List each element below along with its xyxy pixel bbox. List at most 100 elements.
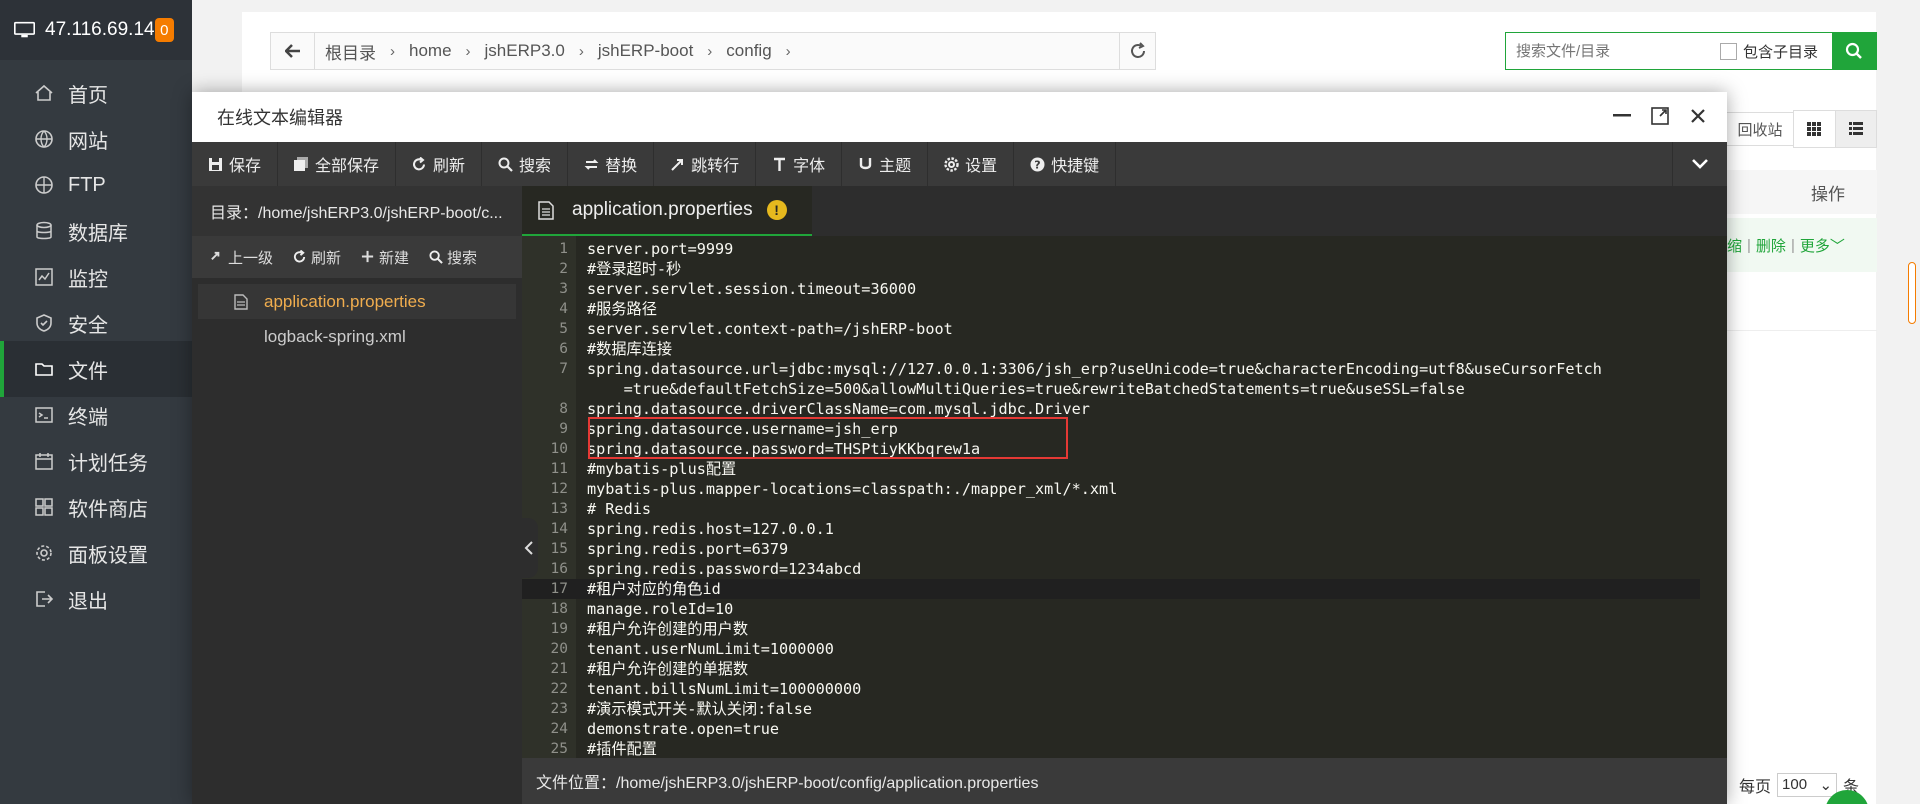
refresh-icon <box>1130 42 1145 58</box>
dir-tool-label: 新建 <box>379 249 410 267</box>
toolbar-collapse-button[interactable] <box>1672 142 1727 186</box>
toolbar-button-search[interactable]: 搜索 <box>482 142 569 186</box>
search-input[interactable] <box>1506 34 1716 68</box>
crumb-jsherp[interactable]: jshERP3.0 <box>485 41 565 61</box>
line-text: spring.redis.host=127.0.0.1 <box>587 520 834 538</box>
file-search: 包含子目录 <box>1505 32 1877 70</box>
code-line: 24 demonstrate.open=true <box>522 719 1700 739</box>
sidebar-item-label: 退出 <box>68 590 108 613</box>
code-line: 17 #租户对应的角色id <box>522 579 1700 599</box>
toolbar-button-label: 保存 <box>229 158 262 175</box>
grid-view-button[interactable] <box>1794 111 1835 147</box>
breadcrumb: 根目录 › home › jshERP3.0 › jshERP-boot › confi… <box>315 39 1119 64</box>
code-line: 22 tenant.billsNumLimit=100000000 <box>522 679 1700 699</box>
sidebar: 47.116.69.14 0 首页 网站 FTP 数据库 监控 安全 文件 终端 计划任务 软件商… <box>0 0 192 804</box>
compress-link[interactable]: 缩 <box>1727 235 1742 256</box>
include-subdir-checkbox[interactable] <box>1720 42 1737 60</box>
crumb-jsherp-boot[interactable]: jshERP-boot <box>598 41 693 61</box>
refresh-path-button[interactable] <box>1119 33 1155 69</box>
panel-collapse-button[interactable] <box>520 518 538 578</box>
line-text: server.servlet.session.timeout=36000 <box>587 280 917 298</box>
toolbar-button-label: 字体 <box>793 158 826 175</box>
line-text: tenant.userNumLimit=1000000 <box>587 640 834 658</box>
font-icon <box>774 157 786 171</box>
line-number: 23 <box>550 701 568 717</box>
recycle-bin-button[interactable]: 回收站 <box>1725 112 1795 146</box>
code-line: 15 spring.redis.port=6379 <box>522 539 1700 559</box>
terminal-icon <box>35 407 53 423</box>
line-number: 5 <box>559 321 568 337</box>
sidebar-item-label: 数据库 <box>68 222 128 245</box>
close-button[interactable] <box>1687 102 1709 130</box>
unsaved-warning-icon: ! <box>766 200 787 220</box>
toolbar-button-help[interactable]: ? 快捷键 <box>1014 142 1117 186</box>
dir-tool-label: 刷新 <box>311 249 342 267</box>
line-text: #租户对应的角色id <box>587 580 721 598</box>
globe-icon <box>35 130 53 148</box>
toolbar-button-theme[interactable]: 主题 <box>842 142 929 186</box>
toolbar-button-goto-line[interactable]: 跳转行 <box>654 142 757 186</box>
more-link[interactable]: 更多 <box>1800 235 1830 256</box>
search-button[interactable] <box>1832 33 1876 69</box>
file-list-item[interactable]: application.properties <box>198 284 516 319</box>
back-button[interactable] <box>271 33 315 69</box>
sidebar-item-label: 监控 <box>68 268 108 291</box>
dir-tool-up[interactable]: 上一级 <box>192 247 283 268</box>
toolbar-button-label: 替换 <box>605 158 638 175</box>
toolbar-button-font[interactable]: 字体 <box>756 142 843 186</box>
list-view-button[interactable] <box>1834 111 1876 147</box>
file-list-item[interactable]: logback-spring.xml <box>192 319 522 354</box>
line-text: #mybatis-plus配置 <box>587 460 737 478</box>
logout-icon <box>36 591 54 607</box>
sidebar-item-label: 软件商店 <box>68 498 148 521</box>
sidebar-item-label: 首页 <box>68 84 108 107</box>
sidebar-item-label: FTP <box>68 173 106 196</box>
sidebar-item-label: 终端 <box>68 406 108 429</box>
tab-application-properties[interactable]: application.properties ! <box>522 186 812 236</box>
toolbar-button-refresh[interactable]: 刷新 <box>396 142 483 186</box>
code-content[interactable]: 1 server.port=9999 2 #登录超时-秒 3 server.servlet… <box>522 236 1727 758</box>
notification-badge[interactable]: 0 <box>154 18 174 42</box>
toolbar-button-save-all[interactable]: 全部保存 <box>278 142 397 186</box>
sidebar-item-12[interactable]: 退出 <box>0 571 192 627</box>
toolbar-button-label: 快捷键 <box>1051 158 1100 175</box>
line-number: 8 <box>559 401 568 417</box>
crumb-root[interactable]: 根目录 <box>325 39 376 64</box>
line-number: 13 <box>550 501 568 517</box>
toolbar-button-replace[interactable]: 替换 <box>568 142 655 186</box>
line-text: # Redis <box>587 500 652 518</box>
crumb-config[interactable]: config <box>726 41 771 61</box>
line-text: spring.datasource.url=jdbc:mysql://127.0… <box>587 360 1602 378</box>
toolbar-button-gear[interactable]: 设置 <box>928 142 1015 186</box>
include-subdir[interactable]: 包含子目录 <box>1720 41 1818 62</box>
per-page-label: 每页 <box>1739 779 1772 796</box>
highlight-annotation <box>588 417 1068 459</box>
dir-tool-refresh[interactable]: 刷新 <box>283 247 351 268</box>
delete-link[interactable]: 删除 <box>1756 235 1786 256</box>
directory-path: 目录：/home/jshERP3.0/jshERP-boot/c... <box>192 186 522 236</box>
line-text: spring.redis.port=6379 <box>587 540 789 558</box>
line-number: 25 <box>550 741 568 757</box>
line-number: 7 <box>559 361 568 377</box>
per-page-select[interactable]: 100 ⌄ <box>1777 773 1838 797</box>
dir-tool-search[interactable]: 搜索 <box>419 247 487 268</box>
dir-tool-plus[interactable]: 新建 <box>351 247 419 268</box>
toolbar-button-label: 设置 <box>965 158 998 175</box>
chevron-down-icon: ⌄ <box>1819 777 1833 794</box>
line-number: 6 <box>559 341 568 357</box>
theme-icon <box>859 157 872 169</box>
toolbar-button-save[interactable]: 保存 <box>192 142 279 186</box>
code-line: 2 #登录超时-秒 <box>522 259 1700 279</box>
page-scrollbar[interactable] <box>1908 262 1916 324</box>
maximize-button[interactable] <box>1649 102 1671 130</box>
line-text: #登录超时-秒 <box>587 260 682 278</box>
line-number: 20 <box>550 641 568 657</box>
plus-icon <box>361 250 374 263</box>
crumb-home[interactable]: home <box>409 41 452 61</box>
line-text: manage.roleId=10 <box>587 600 734 618</box>
include-subdir-label: 包含子目录 <box>1743 43 1819 61</box>
code-line: 23 #演示模式开关-默认关闭:false <box>522 699 1700 719</box>
minimize-button[interactable] <box>1611 102 1633 130</box>
line-text: spring.datasource.driverClassName=com.my… <box>587 400 1090 418</box>
code-line: 7 spring.datasource.url=jdbc:mysql://127.… <box>522 359 1700 379</box>
